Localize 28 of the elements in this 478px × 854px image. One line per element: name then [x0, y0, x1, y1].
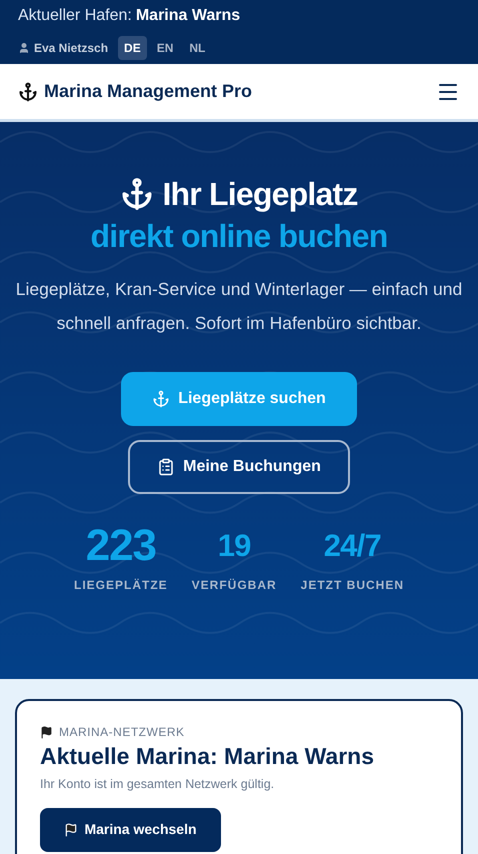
harbor-name: Marina Warns [136, 6, 240, 26]
flag-icon [64, 822, 78, 837]
switch-marina-button[interactable]: Marina wechseln [40, 808, 221, 852]
card-text: Ihr Konto ist im gesamten Netzwerk gültig. [40, 776, 276, 793]
language-button[interactable]: DE [118, 36, 147, 60]
language-button[interactable]: NL [183, 36, 212, 60]
stat-label: LIEGEPLÄTZE [74, 577, 168, 594]
stat-value: 19 [218, 527, 251, 565]
hero-description: Liegeplätze, Kran-Service und Winterlager — einfach und schnell anfragen. Sofort im Hafenbüro sichtbar. [14, 278, 464, 335]
user-icon [18, 42, 30, 54]
bookings-button[interactable]: Meine Buchungen [128, 440, 350, 494]
clipboard-icon [157, 458, 176, 476]
stat-label: JETZT BUCHEN [300, 577, 404, 594]
user-name[interactable]: Eva Nietzsch [34, 39, 108, 57]
flag-icon [40, 726, 53, 738]
stat-value: 24/7 [324, 527, 381, 565]
card-title: Aktuelle Marina: Marina Warns [40, 742, 376, 771]
hero-subtitle: direkt online buchen [90, 218, 388, 254]
harbor-label: Aktueller Hafen: [18, 6, 132, 26]
stat-value: 223 [86, 522, 156, 570]
anchor-icon [18, 82, 38, 102]
anchor-icon [120, 177, 154, 211]
brand-name[interactable]: Marina Management Pro [44, 78, 252, 105]
language-button[interactable]: EN [150, 36, 180, 60]
anchor-icon [152, 390, 170, 408]
stat-label: VERFÜGBAR [192, 577, 277, 594]
card-eyebrow: MARINA-NETZWERK [59, 724, 184, 741]
hero-title: Ihr Liegeplatz [162, 175, 358, 214]
